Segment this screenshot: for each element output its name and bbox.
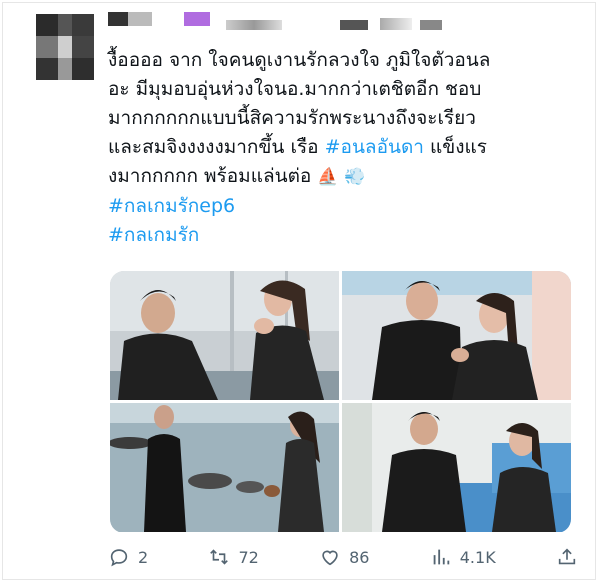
photo-2[interactable] bbox=[342, 271, 571, 400]
tweet-line-2: อะ มีมุมอบอุ่นห่วงใจนอ.มากกว่าเตชิตอีก ช… bbox=[108, 78, 482, 100]
reply-button[interactable]: 2 bbox=[108, 546, 148, 568]
photo-3[interactable] bbox=[110, 403, 339, 532]
tweet-actions: 2 72 86 4.1K bbox=[108, 545, 578, 569]
like-button[interactable]: 86 bbox=[319, 546, 369, 568]
tweet-line-4-tail: แข็งแร bbox=[423, 136, 487, 158]
share-button[interactable] bbox=[556, 546, 578, 568]
obscured-display-name bbox=[108, 12, 152, 26]
views-chart-icon bbox=[433, 549, 449, 565]
tweet-line-5-text: งมากกกกก พร้อมแล่นต่อ bbox=[108, 165, 312, 187]
media-grid bbox=[110, 271, 571, 533]
tweet-line-5: งมากกกกก พร้อมแล่นต่อ ⛵ 💨 bbox=[108, 162, 578, 192]
tweet-text: งื้ออออ จาก ใจคนดูเงานรักลวงใจ ภูมิใจตัว… bbox=[108, 46, 578, 250]
obscured-handle bbox=[226, 20, 282, 30]
views-count: 4.1K bbox=[459, 547, 496, 567]
obscured-timestamp-part bbox=[420, 20, 442, 30]
hashtag-link-ep6[interactable]: #กลเกมรักep6 bbox=[108, 192, 578, 221]
tweet-line-3: มากกกกกกแบบนี้สิความรักพระนางถึงจะเรียว bbox=[108, 107, 476, 129]
sailboat-wind-emoji: ⛵ 💨 bbox=[317, 167, 366, 187]
avatar[interactable] bbox=[36, 14, 94, 80]
repost-button[interactable]: 72 bbox=[208, 546, 259, 568]
repost-icon bbox=[210, 549, 229, 565]
views-button[interactable]: 4.1K bbox=[430, 546, 496, 568]
tweet-line-4: และสมจิงงงงงมากขึ้น เรือ #อนลอันดา แข็งแ… bbox=[108, 133, 578, 162]
repost-count: 72 bbox=[238, 547, 259, 567]
photo-4[interactable] bbox=[342, 403, 571, 532]
like-count: 86 bbox=[349, 547, 370, 567]
hashtag-link-anonandan[interactable]: #อนลอันดา bbox=[325, 136, 424, 158]
reply-icon bbox=[110, 549, 128, 567]
share-icon bbox=[558, 548, 576, 565]
obscured-timestamp bbox=[380, 18, 412, 30]
heart-icon bbox=[322, 550, 338, 566]
hashtag-link-kolgamerak[interactable]: #กลเกมรัก bbox=[108, 221, 578, 250]
reply-count: 2 bbox=[138, 547, 149, 567]
tweet-line-1: งื้ออออ จาก ใจคนดูเงานรักลวงใจ ภูมิใจตัว… bbox=[108, 49, 491, 71]
obscured-badge bbox=[184, 12, 210, 26]
obscured-handle-part bbox=[340, 20, 368, 30]
photo-1[interactable] bbox=[110, 271, 339, 400]
tweet-line-4-text: และสมจิงงงงงมากขึ้น เรือ bbox=[108, 136, 325, 158]
